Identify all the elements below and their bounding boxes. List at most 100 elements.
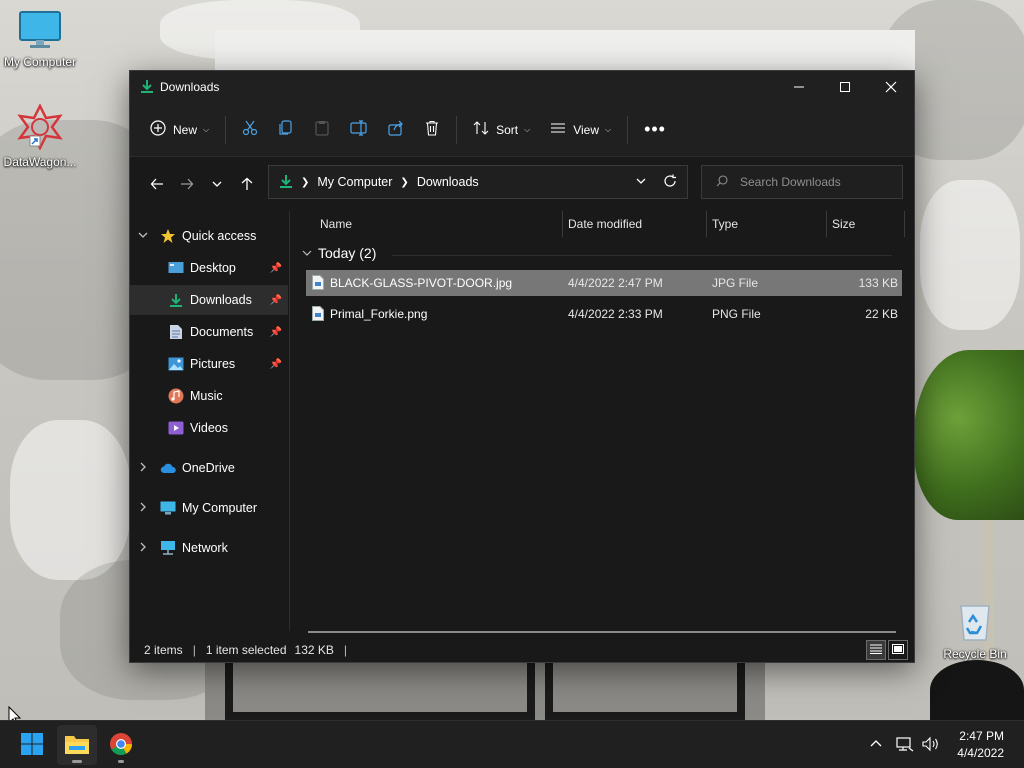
star-icon [160,228,176,244]
file-row[interactable]: Primal_Forkie.png 4/4/2022 2:33 PM PNG F… [306,301,902,327]
new-button[interactable]: New ⌵ [140,112,219,148]
desktop-icon-label: Recycle Bin [943,647,1007,661]
desktop-icon-my-computer[interactable]: My Computer [0,10,80,69]
horizontal-scrollbar[interactable] [308,631,896,633]
details-view-icon [870,643,882,657]
chevron-right-icon: ❯ [301,176,310,188]
clock-date: 4/4/2022 [957,746,1004,760]
window-title: Downloads [160,80,220,94]
sidebar-item-downloads[interactable]: Downloads 📌 [130,285,288,315]
breadcrumb-downloads[interactable]: Downloads [417,175,479,189]
datawagon-icon [0,103,80,153]
trash-icon [424,120,440,139]
pin-icon: 📌 [269,262,282,274]
pictures-icon [168,356,184,372]
view-button[interactable]: View ⌵ [540,112,621,148]
back-button[interactable] [142,170,172,200]
sidebar-item-documents[interactable]: Documents 📌 [130,317,288,347]
chevron-down-icon [138,230,148,243]
forward-button[interactable] [172,170,202,200]
chevron-right-icon [138,462,148,475]
address-dropdown-button[interactable] [635,175,647,190]
desktop-icon-recycle-bin[interactable]: Recycle Bin [935,600,1015,661]
share-button[interactable] [378,112,414,148]
recent-locations-button[interactable] [202,170,232,200]
sidebar-item-videos[interactable]: Videos [130,413,288,443]
close-button[interactable] [868,71,914,103]
sidebar-item-onedrive[interactable]: OneDrive [130,453,288,483]
sidebar-item-label: OneDrive [182,461,235,475]
cut-button[interactable] [232,112,268,148]
copy-icon [278,120,294,139]
clock[interactable]: 2:47 PM 4/4/2022 [957,728,1004,762]
chevron-down-icon: ⌵ [203,124,210,134]
file-name: BLACK-GLASS-PIVOT-DOOR.jpg [330,276,513,290]
column-header-size[interactable]: Size [832,211,855,237]
plus-circle-icon [150,120,166,139]
sidebar-item-label: Downloads [190,293,252,307]
status-item-count: 2 items [144,643,183,657]
status-bar: 2 items | 1 item selected 132 KB | [130,637,914,663]
search-icon [716,174,728,190]
group-header-today[interactable]: Today (2) [302,245,892,261]
downloads-icon [279,174,293,191]
arrow-up-icon [240,177,254,194]
taskbar-chrome[interactable] [101,725,141,765]
details-view-button[interactable] [866,640,886,660]
minimize-button[interactable] [776,71,822,103]
file-list: Name Date modified Type Size Today (2) B… [290,211,914,633]
more-options-button[interactable]: ••• [634,112,676,148]
cloud-icon [160,460,176,476]
scissors-icon [242,120,258,139]
sidebar-item-music[interactable]: Music [130,381,288,411]
sidebar-item-network[interactable]: Network [130,533,288,563]
desktop-icon-datawagon[interactable]: DataWagon... [0,103,80,169]
sidebar-item-desktop[interactable]: Desktop 📌 [130,253,288,283]
sidebar-item-quick-access[interactable]: Quick access [130,221,288,251]
search-box[interactable]: Search Downloads [701,165,903,199]
new-label: New [173,122,198,137]
sidebar-item-label: Documents [190,325,254,339]
monitor-icon [0,10,80,53]
arrow-right-icon [180,177,194,194]
column-header-date-modified[interactable]: Date modified [568,211,642,237]
network-status-icon[interactable] [896,736,914,755]
start-button[interactable] [12,725,52,765]
rename-icon [350,120,368,139]
sidebar-item-label: Videos [190,421,228,435]
monitor-icon [160,500,176,516]
volume-icon[interactable] [922,736,940,755]
address-bar[interactable]: ❯ My Computer ❯ Downloads [268,165,688,199]
folder-icon [64,733,90,758]
ellipsis-icon: ••• [644,119,666,139]
documents-icon [168,324,184,340]
sort-button[interactable]: Sort ⌵ [463,112,540,148]
file-row[interactable]: BLACK-GLASS-PIVOT-DOOR.jpg 4/4/2022 2:47… [306,270,902,296]
title-bar[interactable]: Downloads [130,71,914,103]
up-button[interactable] [232,170,262,200]
search-placeholder: Search Downloads [740,175,841,189]
delete-button[interactable] [414,112,450,148]
column-header-type[interactable]: Type [712,211,738,237]
large-icons-view-button[interactable] [888,640,908,660]
taskbar: 2:47 PM 4/4/2022 [0,720,1024,768]
network-icon [160,540,176,556]
sidebar-item-pictures[interactable]: Pictures 📌 [130,349,288,379]
show-hidden-icons-button[interactable] [870,738,882,753]
file-type: PNG File [712,307,761,321]
taskbar-file-explorer[interactable] [57,725,97,765]
rename-button[interactable] [340,112,378,148]
breadcrumb-my-computer[interactable]: My Computer [317,175,392,189]
chevron-down-icon: ⌵ [524,124,531,134]
music-icon [168,388,184,404]
paste-button[interactable] [304,112,340,148]
sidebar-item-my-computer[interactable]: My Computer [130,493,288,523]
refresh-button[interactable] [663,174,677,191]
chevron-down-icon [302,245,312,261]
copy-button[interactable] [268,112,304,148]
maximize-button[interactable] [822,71,868,103]
image-file-icon [312,306,324,324]
file-date: 4/4/2022 2:47 PM [568,276,663,290]
chevron-right-icon: ❯ [400,176,409,188]
column-header-name[interactable]: Name [320,211,352,237]
